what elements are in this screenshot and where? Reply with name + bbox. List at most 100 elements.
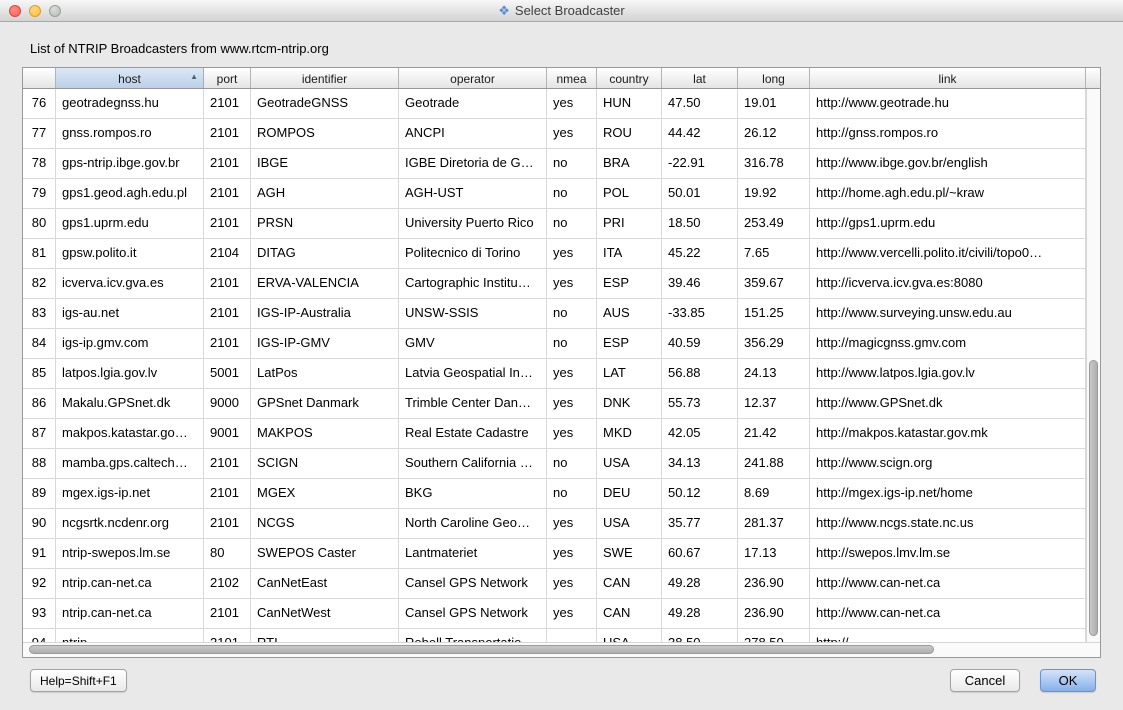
horizontal-scrollbar-thumb[interactable] <box>29 645 934 654</box>
cell-host: makpos.katastar.go… <box>56 419 204 449</box>
table-row[interactable]: 83igs-au.net2101IGS-IP-AustraliaUNSW-SSI… <box>23 299 1086 329</box>
table-row[interactable]: 80gps1.uprm.edu2101PRSNUniversity Puerto… <box>23 209 1086 239</box>
cancel-button[interactable]: Cancel <box>950 669 1020 692</box>
column-header-label: operator <box>450 72 495 86</box>
column-header-rownum[interactable] <box>23 68 56 89</box>
cell-rownum: 94 <box>23 629 56 642</box>
ok-button[interactable]: OK <box>1040 669 1096 692</box>
cell-host: gps-ntrip.ibge.gov.br <box>56 149 204 179</box>
cell-operator: AGH-UST <box>399 179 547 209</box>
cell-nmea: yes <box>547 389 597 419</box>
cell-nmea: no <box>547 329 597 359</box>
table-row[interactable]: 85latpos.lgia.gov.lv5001LatPosLatvia Geo… <box>23 359 1086 389</box>
table-row[interactable]: 93ntrip.can-net.ca2101CanNetWestCansel G… <box>23 599 1086 629</box>
cell-country: USA <box>597 509 662 539</box>
table-row[interactable]: 94ntrip…2101RTI…Rebell Transportatio…USA… <box>23 629 1086 642</box>
table-row[interactable]: 77gnss.rompos.ro2101ROMPOSANCPIyesROU44.… <box>23 119 1086 149</box>
cell-long: 151.25 <box>738 299 810 329</box>
cell-nmea: yes <box>547 569 597 599</box>
cell-identifier: GeotradeGNSS <box>251 89 399 119</box>
horizontal-scrollbar[interactable] <box>23 642 1100 657</box>
close-button[interactable] <box>9 5 21 17</box>
column-header-identifier[interactable]: identifier <box>251 68 399 89</box>
cell-port: 2101 <box>204 179 251 209</box>
cell-rownum: 80 <box>23 209 56 239</box>
cell-host: igs-ip.gmv.com <box>56 329 204 359</box>
cell-nmea: yes <box>547 239 597 269</box>
table-row[interactable]: 76geotradegnss.hu2101GeotradeGNSSGeotrad… <box>23 89 1086 119</box>
cell-identifier: ROMPOS <box>251 119 399 149</box>
column-header-label: host <box>118 72 141 86</box>
cell-country: ROU <box>597 119 662 149</box>
table-row[interactable]: 89mgex.igs-ip.net2101MGEXBKGnoDEU50.128.… <box>23 479 1086 509</box>
window-title: ❖ Select Broadcaster <box>498 3 625 18</box>
table-row[interactable]: 87makpos.katastar.go…9001MAKPOSReal Esta… <box>23 419 1086 449</box>
table-row[interactable]: 84igs-ip.gmv.com2101IGS-IP-GMVGMVnoESP40… <box>23 329 1086 359</box>
cell-port: 2101 <box>204 299 251 329</box>
cell-long: 21.42 <box>738 419 810 449</box>
table-row[interactable]: 78gps-ntrip.ibge.gov.br2101IBGEIGBE Dire… <box>23 149 1086 179</box>
cell-country: CAN <box>597 569 662 599</box>
cell-port: 5001 <box>204 359 251 389</box>
cell-lat: 45.22 <box>662 239 738 269</box>
cell-link: http://www.GPSnet.dk <box>810 389 1086 419</box>
cell-port: 2101 <box>204 449 251 479</box>
cell-long: 19.92 <box>738 179 810 209</box>
table-row[interactable]: 88mamba.gps.caltech…2101SCIGNSouthern Ca… <box>23 449 1086 479</box>
table-row[interactable]: 91ntrip-swepos.lm.se80SWEPOS CasterLantm… <box>23 539 1086 569</box>
column-header-label: lat <box>693 72 706 86</box>
column-header-lat[interactable]: lat <box>662 68 738 89</box>
cell-rownum: 91 <box>23 539 56 569</box>
cell-identifier: AGH <box>251 179 399 209</box>
cell-link: http://magicgnss.gmv.com <box>810 329 1086 359</box>
cell-lat: 34.13 <box>662 449 738 479</box>
column-header-country[interactable]: country <box>597 68 662 89</box>
column-header-host[interactable]: host▲ <box>56 68 204 89</box>
table-row[interactable]: 79gps1.geod.agh.edu.pl2101AGHAGH-USTnoPO… <box>23 179 1086 209</box>
help-button[interactable]: Help=Shift+F1 <box>30 669 127 692</box>
table-row[interactable]: 90ncgsrtk.ncdenr.org2101NCGSNorth Caroli… <box>23 509 1086 539</box>
cell-country: MKD <box>597 419 662 449</box>
broadcaster-table: host▲portidentifier operator nmea country la… <box>22 67 1101 658</box>
column-header-link[interactable]: link <box>810 68 1086 89</box>
cell-link: http://swepos.lmv.lm.se <box>810 539 1086 569</box>
cell-operator: North Caroline Geo… <box>399 509 547 539</box>
cell-host: igs-au.net <box>56 299 204 329</box>
vertical-scrollbar-thumb[interactable] <box>1089 360 1098 637</box>
cell-nmea <box>547 629 597 642</box>
cell-country: POL <box>597 179 662 209</box>
column-header-port[interactable]: port <box>204 68 251 89</box>
cell-operator: University Puerto Rico <box>399 209 547 239</box>
cell-long: 19.01 <box>738 89 810 119</box>
title-bar[interactable]: ❖ Select Broadcaster <box>0 0 1123 22</box>
cell-operator: Rebell Transportatio… <box>399 629 547 642</box>
cell-link: http://gnss.rompos.ro <box>810 119 1086 149</box>
table-row[interactable]: 81gpsw.polito.it2104DITAGPolitecnico di … <box>23 239 1086 269</box>
cell-lat: 49.28 <box>662 599 738 629</box>
cell-operator: BKG <box>399 479 547 509</box>
column-header-long[interactable]: long <box>738 68 810 89</box>
cell-identifier: SCIGN <box>251 449 399 479</box>
cell-port: 2101 <box>204 269 251 299</box>
minimize-button[interactable] <box>29 5 41 17</box>
column-header-label: long <box>762 72 785 86</box>
column-header-label: country <box>609 72 648 86</box>
column-header-label: link <box>938 72 956 86</box>
column-header-operator[interactable]: operator <box>399 68 547 89</box>
vertical-scrollbar[interactable] <box>1086 89 1100 642</box>
cell-long: 253.49 <box>738 209 810 239</box>
cell-lat: -22.91 <box>662 149 738 179</box>
zoom-button[interactable] <box>49 5 61 17</box>
cell-nmea: no <box>547 149 597 179</box>
column-header-nmea[interactable]: nmea <box>547 68 597 89</box>
cell-country: DNK <box>597 389 662 419</box>
cell-port: 2101 <box>204 599 251 629</box>
cell-country: SWE <box>597 539 662 569</box>
table-row[interactable]: 86Makalu.GPSnet.dk9000GPSnet DanmarkTrim… <box>23 389 1086 419</box>
table-row[interactable]: 82icverva.icv.gva.es2101ERVA-VALENCIACar… <box>23 269 1086 299</box>
cell-identifier: IGS-IP-Australia <box>251 299 399 329</box>
cell-rownum: 82 <box>23 269 56 299</box>
cell-host: icverva.icv.gva.es <box>56 269 204 299</box>
table-row[interactable]: 92ntrip.can-net.ca2102CanNetEastCansel G… <box>23 569 1086 599</box>
cell-port: 2101 <box>204 89 251 119</box>
